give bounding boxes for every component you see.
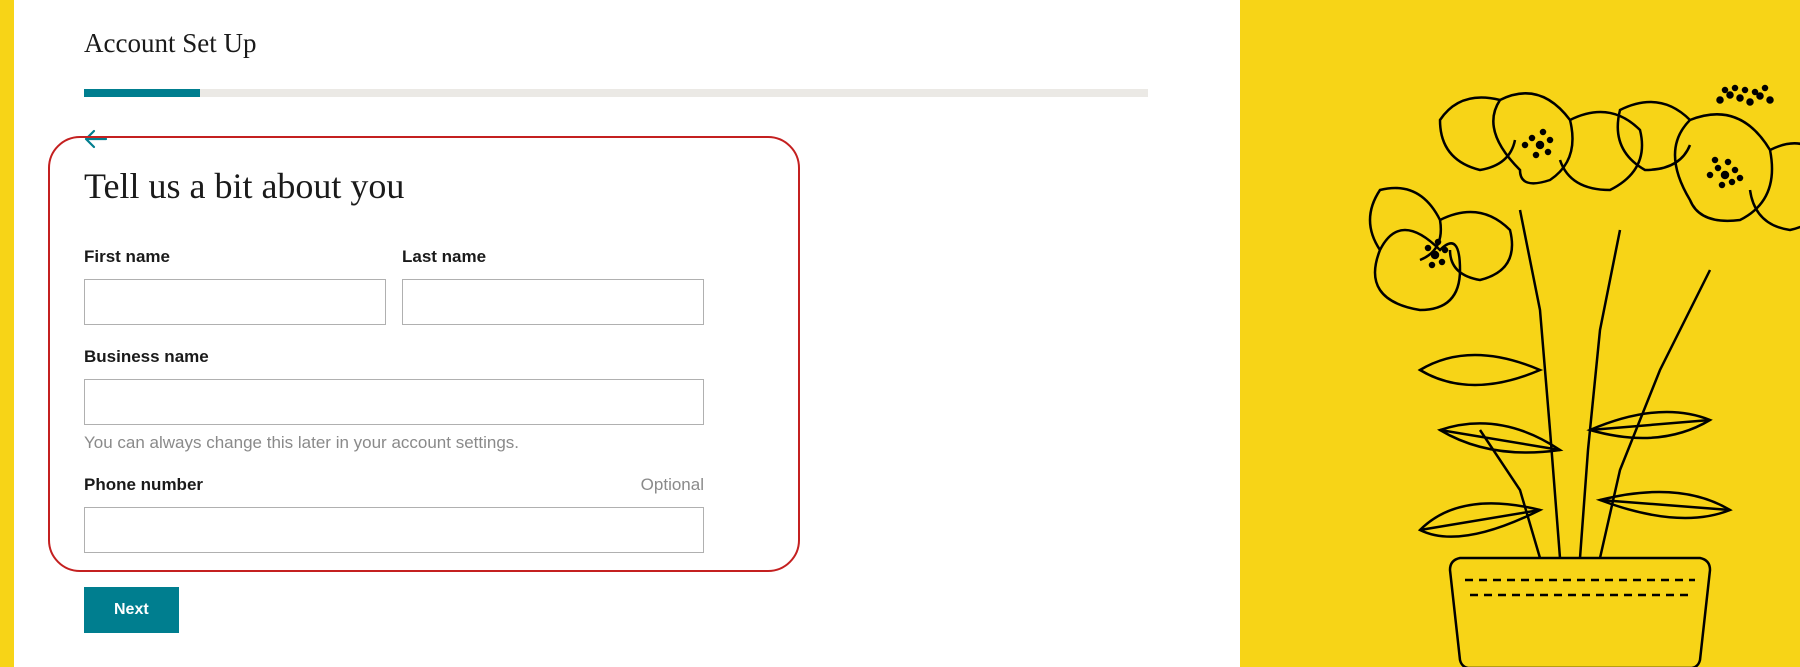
decorative-right-panel bbox=[1240, 0, 1800, 667]
first-name-label: First name bbox=[84, 247, 386, 267]
phone-label: Phone number bbox=[84, 475, 203, 495]
last-name-input[interactable] bbox=[402, 279, 704, 325]
first-name-input[interactable] bbox=[84, 279, 386, 325]
next-button[interactable]: Next bbox=[84, 587, 179, 633]
business-name-label: Business name bbox=[84, 347, 704, 367]
phone-optional-text: Optional bbox=[641, 475, 704, 495]
business-name-input[interactable] bbox=[84, 379, 704, 425]
page-title: Account Set Up bbox=[84, 28, 1148, 59]
phone-input[interactable] bbox=[84, 507, 704, 553]
progress-bar bbox=[84, 89, 1148, 97]
form-heading: Tell us a bit about you bbox=[84, 165, 1148, 207]
decorative-left-stripe bbox=[0, 0, 14, 667]
arrow-left-icon bbox=[84, 129, 108, 149]
flower-illustration bbox=[1260, 50, 1800, 667]
progress-fill bbox=[84, 89, 200, 97]
back-button[interactable] bbox=[84, 129, 108, 149]
business-name-helper: You can always change this later in your… bbox=[84, 433, 1148, 453]
last-name-label: Last name bbox=[402, 247, 704, 267]
